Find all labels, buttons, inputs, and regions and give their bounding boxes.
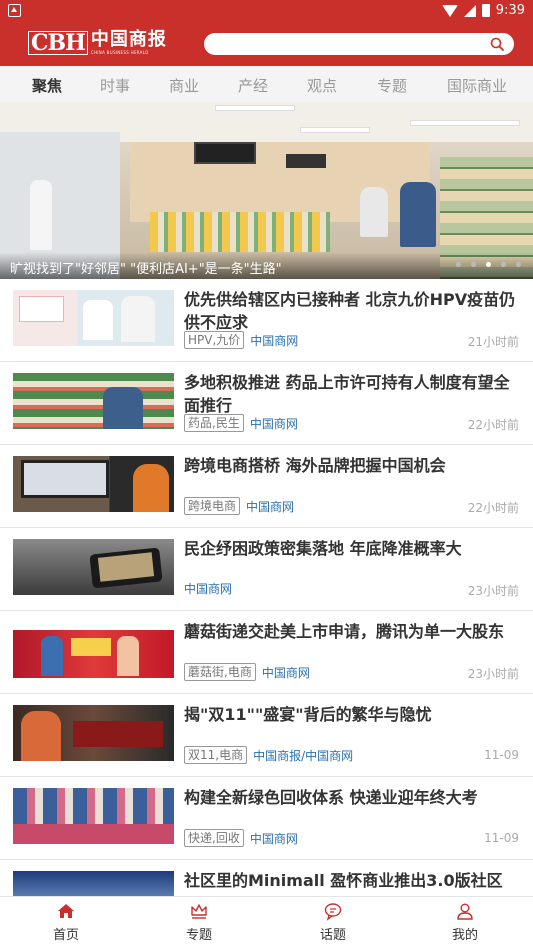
status-time: 9:39 bbox=[495, 3, 525, 18]
article-time: 21小时前 bbox=[467, 335, 519, 349]
article-title: 多地积极推进 药品上市许可持有人制度有望全面推行 bbox=[184, 373, 510, 415]
logo-chinese: 中国商报 bbox=[90, 29, 167, 50]
search-input[interactable] bbox=[204, 33, 514, 55]
article-time: 11-09 bbox=[484, 748, 519, 762]
article-time: 22小时前 bbox=[467, 501, 519, 515]
tab-international[interactable]: 国际商业 bbox=[447, 75, 507, 96]
crown-icon bbox=[191, 904, 207, 919]
article-source[interactable]: 中国商网 bbox=[250, 415, 298, 432]
pager-dot bbox=[471, 262, 476, 267]
tab-current-affairs[interactable]: 时事 bbox=[100, 75, 130, 96]
article-title: 构建全新绿色回收体系 快递业迎年终大考 bbox=[184, 788, 478, 807]
list-item[interactable]: 蘑菇街递交赴美上市申请，腾讯为单一大股东 蘑菇街,电商 中国商网 23小时前 bbox=[0, 611, 533, 694]
article-tag[interactable]: 蘑菇街,电商 bbox=[184, 663, 256, 681]
list-item[interactable]: 跨境电商搭桥 海外品牌把握中国机会 跨境电商 中国商网 22小时前 bbox=[0, 445, 533, 528]
article-title: 优先供给辖区内已接种者 北京九价HPV疫苗仍供不应求 bbox=[184, 290, 516, 332]
app-header: CBH 中国商报 CHINA BUSINESS HERALD bbox=[0, 22, 533, 66]
article-title: 揭"双11""盛宴"背后的繁华与隐忧 bbox=[184, 705, 432, 724]
article-title: 民企纾困政策密集落地 年底降准概率大 bbox=[184, 539, 462, 558]
article-source[interactable]: 中国商网 bbox=[250, 332, 298, 349]
list-item[interactable]: 社区里的Minimall 盈怀商业推出3.0版社区 bbox=[0, 860, 533, 896]
signal-icon bbox=[463, 4, 476, 17]
article-time: 11-09 bbox=[484, 831, 519, 845]
nav-label: 首页 bbox=[52, 928, 79, 943]
featured-banner[interactable]: 旷视找到了"好邻居" "便利店AI+"是一条"生路" bbox=[0, 102, 533, 279]
tab-business[interactable]: 商业 bbox=[169, 75, 199, 96]
article-source[interactable]: 中国商报/中国商网 bbox=[253, 747, 353, 764]
list-item[interactable]: 优先供给辖区内已接种者 北京九价HPV疫苗仍供不应求 HPV,九价 中国商网 2… bbox=[0, 279, 533, 362]
article-source[interactable]: 中国商网 bbox=[262, 664, 310, 681]
pager-dot bbox=[456, 262, 461, 267]
pager-dot bbox=[516, 262, 521, 267]
nav-mine[interactable]: 我的 bbox=[425, 901, 505, 943]
list-item[interactable]: 揭"双11""盛宴"背后的繁华与隐忧 双11,电商 中国商报/中国商网 11-0… bbox=[0, 694, 533, 777]
article-tag[interactable]: 跨境电商 bbox=[184, 497, 241, 515]
pager-dot bbox=[501, 262, 506, 267]
article-thumbnail bbox=[13, 622, 174, 678]
list-item[interactable]: 多地积极推进 药品上市许可持有人制度有望全面推行 药品,民生 中国商网 22小时… bbox=[0, 362, 533, 445]
article-thumbnail bbox=[13, 871, 174, 896]
article-tag[interactable]: 快递,回收 bbox=[184, 829, 244, 847]
chat-icon bbox=[324, 903, 342, 921]
article-thumbnail bbox=[13, 788, 174, 844]
article-thumbnail bbox=[13, 539, 174, 595]
battery-icon bbox=[481, 4, 490, 17]
article-tag[interactable]: 药品,民生 bbox=[184, 414, 244, 432]
search-icon[interactable] bbox=[490, 37, 504, 51]
nav-label: 话题 bbox=[319, 928, 346, 943]
nav-label: 我的 bbox=[451, 928, 478, 943]
article-time: 22小时前 bbox=[467, 418, 519, 432]
article-time: 23小时前 bbox=[467, 584, 519, 598]
user-icon bbox=[457, 903, 473, 920]
tab-focus[interactable]: 聚焦 bbox=[32, 75, 62, 96]
logo-subtitle: CHINA BUSINESS HERALD bbox=[90, 50, 149, 55]
article-thumbnail bbox=[13, 290, 174, 346]
home-icon bbox=[58, 904, 74, 918]
nav-label: 专题 bbox=[185, 928, 212, 943]
pager-dot-active bbox=[486, 262, 491, 267]
wifi-icon bbox=[441, 4, 458, 17]
article-title: 蘑菇街递交赴美上市申请，腾讯为单一大股东 bbox=[184, 622, 505, 641]
tab-opinion[interactable]: 观点 bbox=[307, 75, 337, 96]
list-item[interactable]: 民企纾困政策密集落地 年底降准概率大 中国商网 23小时前 bbox=[0, 528, 533, 611]
nav-special[interactable]: 专题 bbox=[159, 901, 239, 943]
notification-icon bbox=[8, 4, 21, 17]
article-source[interactable]: 中国商网 bbox=[250, 830, 298, 847]
banner-pager bbox=[456, 262, 521, 267]
article-source[interactable]: 中国商网 bbox=[246, 498, 294, 515]
article-thumbnail bbox=[13, 456, 174, 512]
nav-home[interactable]: 首页 bbox=[26, 901, 106, 943]
article-title: 跨境电商搭桥 海外品牌把握中国机会 bbox=[184, 456, 446, 475]
tab-industry[interactable]: 产经 bbox=[238, 75, 268, 96]
status-bar: 9:39 bbox=[0, 0, 533, 22]
list-item[interactable]: 构建全新绿色回收体系 快递业迎年终大考 快递,回收 中国商网 11-09 bbox=[0, 777, 533, 860]
bottom-nav: 首页 专题 话题 我的 bbox=[0, 896, 533, 947]
article-tag[interactable]: HPV,九价 bbox=[184, 331, 245, 349]
tab-special[interactable]: 专题 bbox=[377, 75, 407, 96]
article-tag[interactable]: 双11,电商 bbox=[184, 746, 248, 764]
article-source[interactable]: 中国商网 bbox=[184, 580, 232, 597]
cbh-logo[interactable]: CBH 中国商报 CHINA BUSINESS HERALD bbox=[28, 30, 167, 55]
article-thumbnail bbox=[13, 373, 174, 429]
banner-caption[interactable]: 旷视找到了"好邻居" "便利店AI+"是一条"生路" bbox=[10, 258, 282, 277]
article-time: 23小时前 bbox=[467, 667, 519, 681]
category-tabs: 聚焦 时事 商业 产经 观点 专题 国际商业 bbox=[0, 66, 533, 102]
logo-latin: CBH bbox=[28, 30, 88, 55]
article-thumbnail bbox=[13, 705, 174, 761]
nav-topics[interactable]: 话题 bbox=[293, 901, 373, 943]
article-title: 社区里的Minimall 盈怀商业推出3.0版社区 bbox=[184, 871, 503, 890]
